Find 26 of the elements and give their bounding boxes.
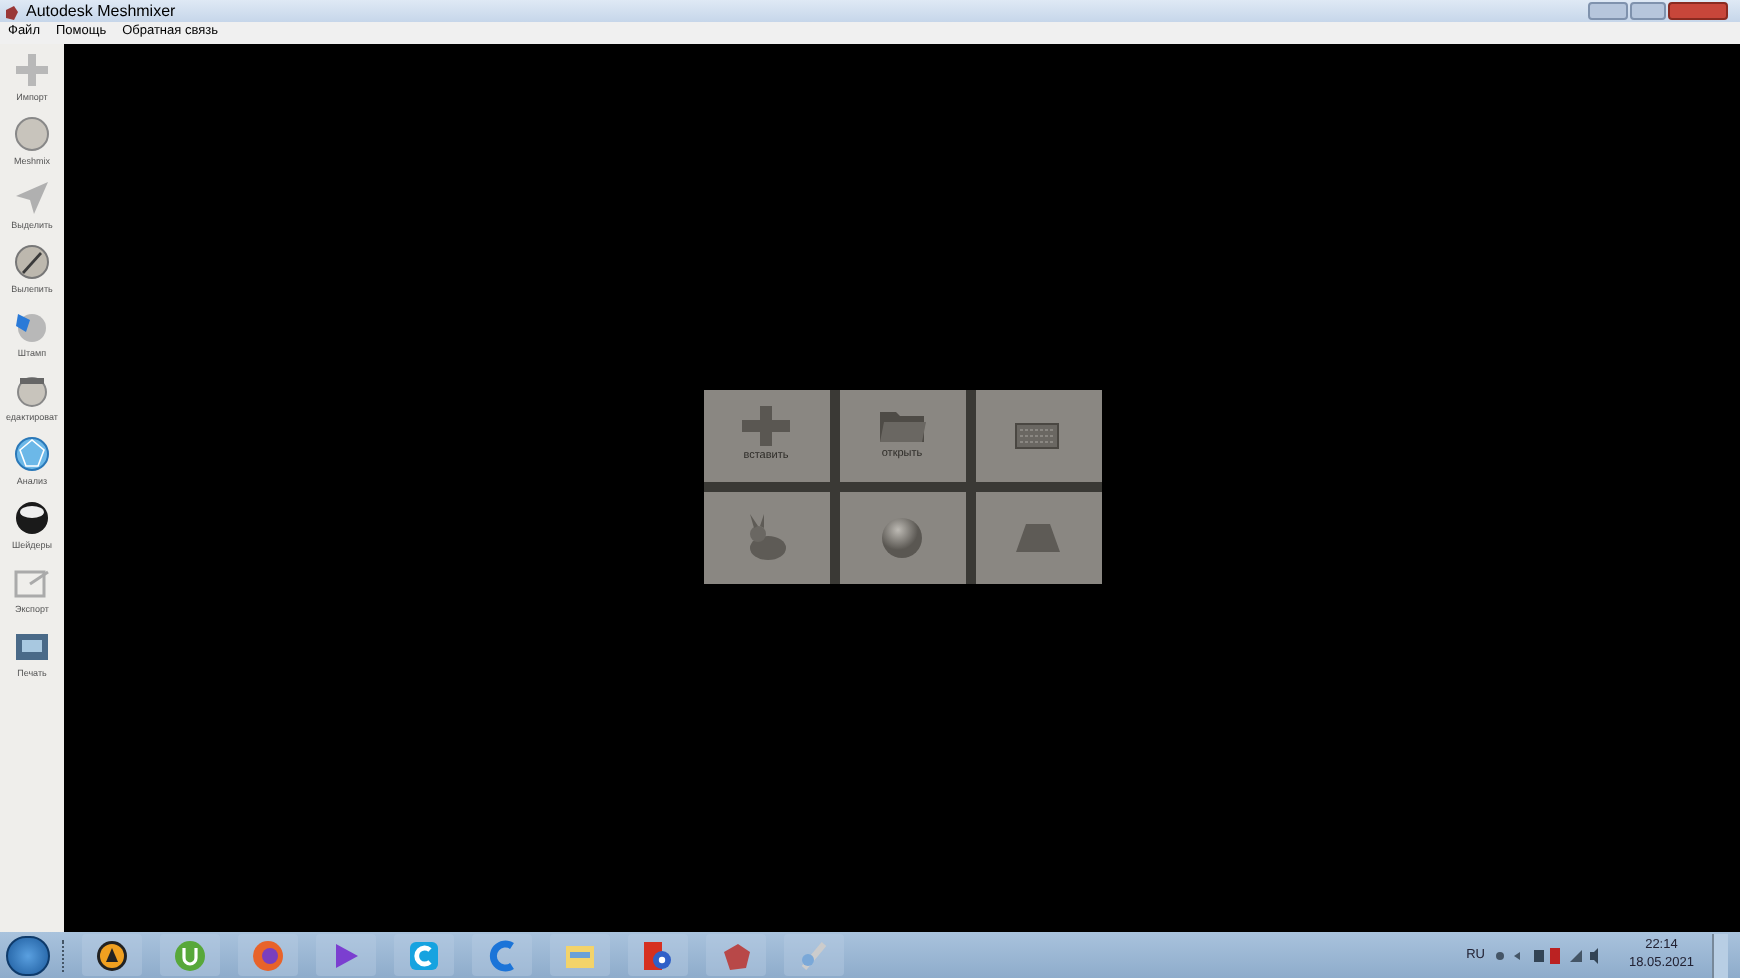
plus-icon [12, 50, 52, 90]
arrow-icon [12, 178, 52, 218]
folder-icon [878, 408, 926, 445]
start-tile[interactable] [839, 491, 965, 583]
bunny-icon [744, 513, 788, 561]
start-tile[interactable] [703, 491, 829, 583]
keyboard-icon [1014, 421, 1062, 449]
plane-icon [1016, 523, 1060, 551]
brush-icon [12, 242, 52, 282]
app-icon[interactable] [642, 939, 674, 971]
minimize-button[interactable] [1588, 2, 1628, 20]
sphere-icon [880, 515, 924, 559]
window-title: Autodesk Meshmixer [26, 3, 176, 19]
ball-icon [12, 114, 52, 154]
maximize-button[interactable] [1630, 2, 1666, 20]
shader-icon [12, 498, 52, 538]
app-icon[interactable] [96, 939, 128, 971]
start-tile[interactable] [975, 491, 1101, 583]
close-button[interactable] [1668, 2, 1728, 20]
show-desktop-button[interactable] [1712, 933, 1728, 977]
start-tile[interactable] [975, 389, 1101, 481]
tray-icons-drawing [1494, 945, 1603, 965]
plus-icon [742, 406, 790, 447]
start-button[interactable] [6, 935, 50, 975]
taskbar-button[interactable] [82, 934, 142, 976]
mesh-icon [12, 434, 52, 474]
